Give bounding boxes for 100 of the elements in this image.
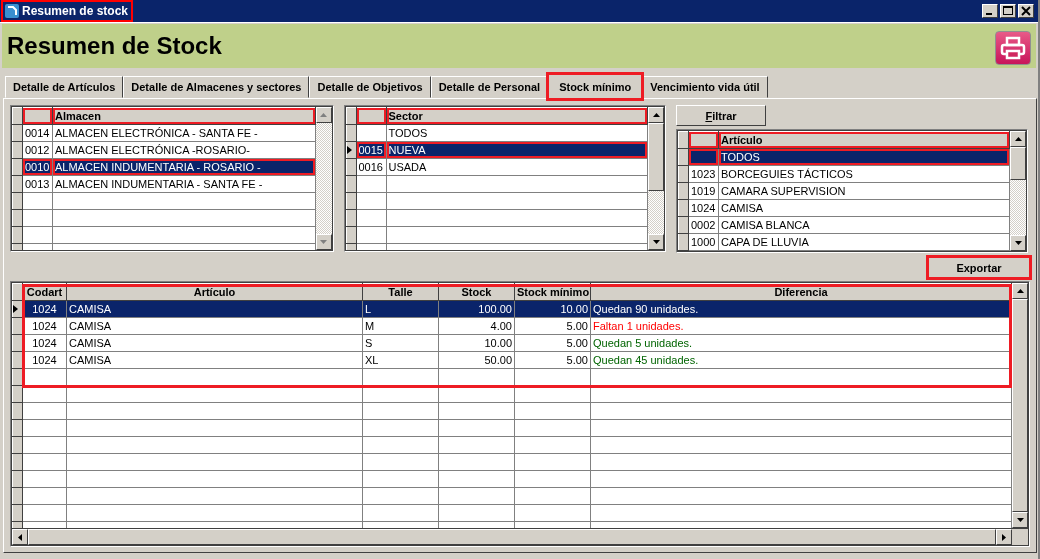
row-indicator[interactable]: [346, 141, 356, 159]
row-indicator[interactable]: [12, 300, 23, 318]
table-cell: 50.00: [438, 351, 515, 369]
table-cell: 0002: [688, 216, 719, 234]
table-cell: CAMARA SUPERVISION: [718, 182, 1010, 200]
current-row-icon: [347, 146, 352, 154]
table-cell: M: [362, 317, 439, 335]
scrollbar[interactable]: [648, 107, 664, 250]
scroll-up-button[interactable]: [1012, 283, 1028, 299]
table-cell: TODOS: [386, 124, 648, 142]
row-indicator[interactable]: [12, 368, 23, 386]
left-arrow-icon: [18, 533, 22, 541]
table-cell: CAMISA: [66, 317, 363, 335]
column-header[interactable]: Sector: [386, 107, 648, 125]
row-indicator[interactable]: [678, 182, 689, 200]
row-indicator[interactable]: [12, 317, 23, 335]
maximize-icon: [1003, 6, 1013, 16]
row-indicator[interactable]: [346, 209, 356, 227]
scroll-up-button[interactable]: [648, 107, 664, 123]
printer-icon: [999, 34, 1027, 62]
row-indicator[interactable]: [678, 165, 689, 183]
row-indicator[interactable]: [678, 199, 689, 217]
table-cell: BORCEGUIES TÁCTICOS: [718, 165, 1010, 183]
row-indicator[interactable]: [12, 470, 23, 488]
minimize-icon: [986, 13, 992, 15]
table-cell: XL: [362, 351, 439, 369]
row-indicator[interactable]: [12, 192, 23, 210]
row-indicator[interactable]: [12, 334, 23, 352]
table-cell: CAMISA: [66, 351, 363, 369]
column-header[interactable]: [356, 107, 386, 125]
tab[interactable]: Detalle de Almacenes y sectores: [123, 76, 310, 98]
scroll-down-button[interactable]: [1012, 512, 1028, 528]
row-indicator[interactable]: [346, 158, 356, 176]
table-cell: 0014: [22, 124, 53, 142]
row-indicator[interactable]: [12, 141, 23, 159]
row-indicator[interactable]: [12, 504, 23, 522]
row-indicator[interactable]: [12, 158, 23, 176]
scroll-right-button[interactable]: [996, 529, 1012, 545]
row-indicator[interactable]: [12, 175, 23, 193]
down-arrow-icon: [652, 240, 660, 244]
table-cell: S: [362, 334, 439, 352]
scroll-thumb[interactable]: [1010, 147, 1026, 180]
row-indicator[interactable]: [346, 192, 356, 210]
row-indicator[interactable]: [12, 402, 23, 420]
table-cell: 1024: [688, 199, 719, 217]
scroll-down-button[interactable]: [1010, 235, 1026, 251]
scroll-thumb[interactable]: [648, 123, 664, 191]
row-indicator[interactable]: [678, 233, 689, 251]
tab[interactable]: Detalle de Objetivos: [309, 76, 431, 98]
row-indicator[interactable]: [678, 148, 689, 166]
scroll-down-button[interactable]: [648, 234, 664, 250]
minimize-button[interactable]: [982, 4, 998, 18]
print-button[interactable]: [995, 31, 1031, 65]
row-indicator[interactable]: [12, 419, 23, 437]
table-cell: 5.00: [514, 351, 591, 369]
table-cell: CAMISA: [718, 199, 1010, 217]
row-indicator[interactable]: [678, 216, 689, 234]
tab[interactable]: Detalle de Personal: [430, 76, 549, 98]
table-cell: 0013: [22, 175, 53, 193]
row-indicator[interactable]: [12, 124, 23, 142]
table-cell: 5.00: [514, 334, 591, 352]
table-cell: 0012: [22, 141, 53, 159]
table-cell: CAMISA BLANCA: [718, 216, 1010, 234]
column-header[interactable]: [688, 131, 719, 149]
maximize-button[interactable]: [1000, 4, 1016, 18]
window-title: Resumen de stock: [22, 4, 129, 18]
app-icon: [5, 4, 19, 18]
row-indicator[interactable]: [12, 385, 23, 403]
table-cell: CAPA DE LLUVIA: [718, 233, 1010, 251]
export-button[interactable]: Exportar: [928, 257, 1030, 278]
scroll-up-button[interactable]: [1010, 131, 1026, 147]
scroll-left-button[interactable]: [12, 529, 28, 545]
column-header[interactable]: Almacen: [52, 107, 315, 125]
close-button[interactable]: [1018, 4, 1034, 18]
table-cell: 5.00: [514, 317, 591, 335]
column-header[interactable]: [22, 107, 53, 125]
down-arrow-icon: [1016, 518, 1024, 522]
row-indicator[interactable]: [346, 175, 356, 193]
row-indicator[interactable]: [346, 226, 356, 244]
table-cell: ALMACEN ELECTRÓNICA - SANTA FE -: [52, 124, 315, 142]
table-cell: CAMISA: [66, 334, 363, 352]
tab[interactable]: Vencimiento vida útil: [642, 76, 768, 98]
close-icon: [1021, 6, 1031, 16]
column-header[interactable]: Artículo: [718, 131, 1010, 149]
row-indicator[interactable]: [12, 436, 23, 454]
tab[interactable]: Stock mínimo: [548, 74, 643, 99]
row-indicator[interactable]: [346, 124, 356, 142]
down-arrow-icon: [320, 240, 327, 244]
filter-button[interactable]: Filtrar: [676, 105, 766, 126]
row-indicator[interactable]: [12, 351, 23, 369]
row-indicator[interactable]: [12, 209, 23, 227]
scrollbar[interactable]: [1010, 131, 1026, 251]
row-indicator[interactable]: [12, 487, 23, 505]
row-indicator[interactable]: [12, 453, 23, 471]
up-arrow-icon: [320, 113, 327, 117]
table-cell: ALMACEN ELECTRÓNICA -ROSARIO-: [52, 141, 315, 159]
table-cell: 1024: [22, 351, 67, 369]
row-indicator[interactable]: [12, 226, 23, 244]
down-arrow-icon: [1014, 241, 1022, 245]
tab[interactable]: Detalle de Artículos: [5, 76, 124, 98]
